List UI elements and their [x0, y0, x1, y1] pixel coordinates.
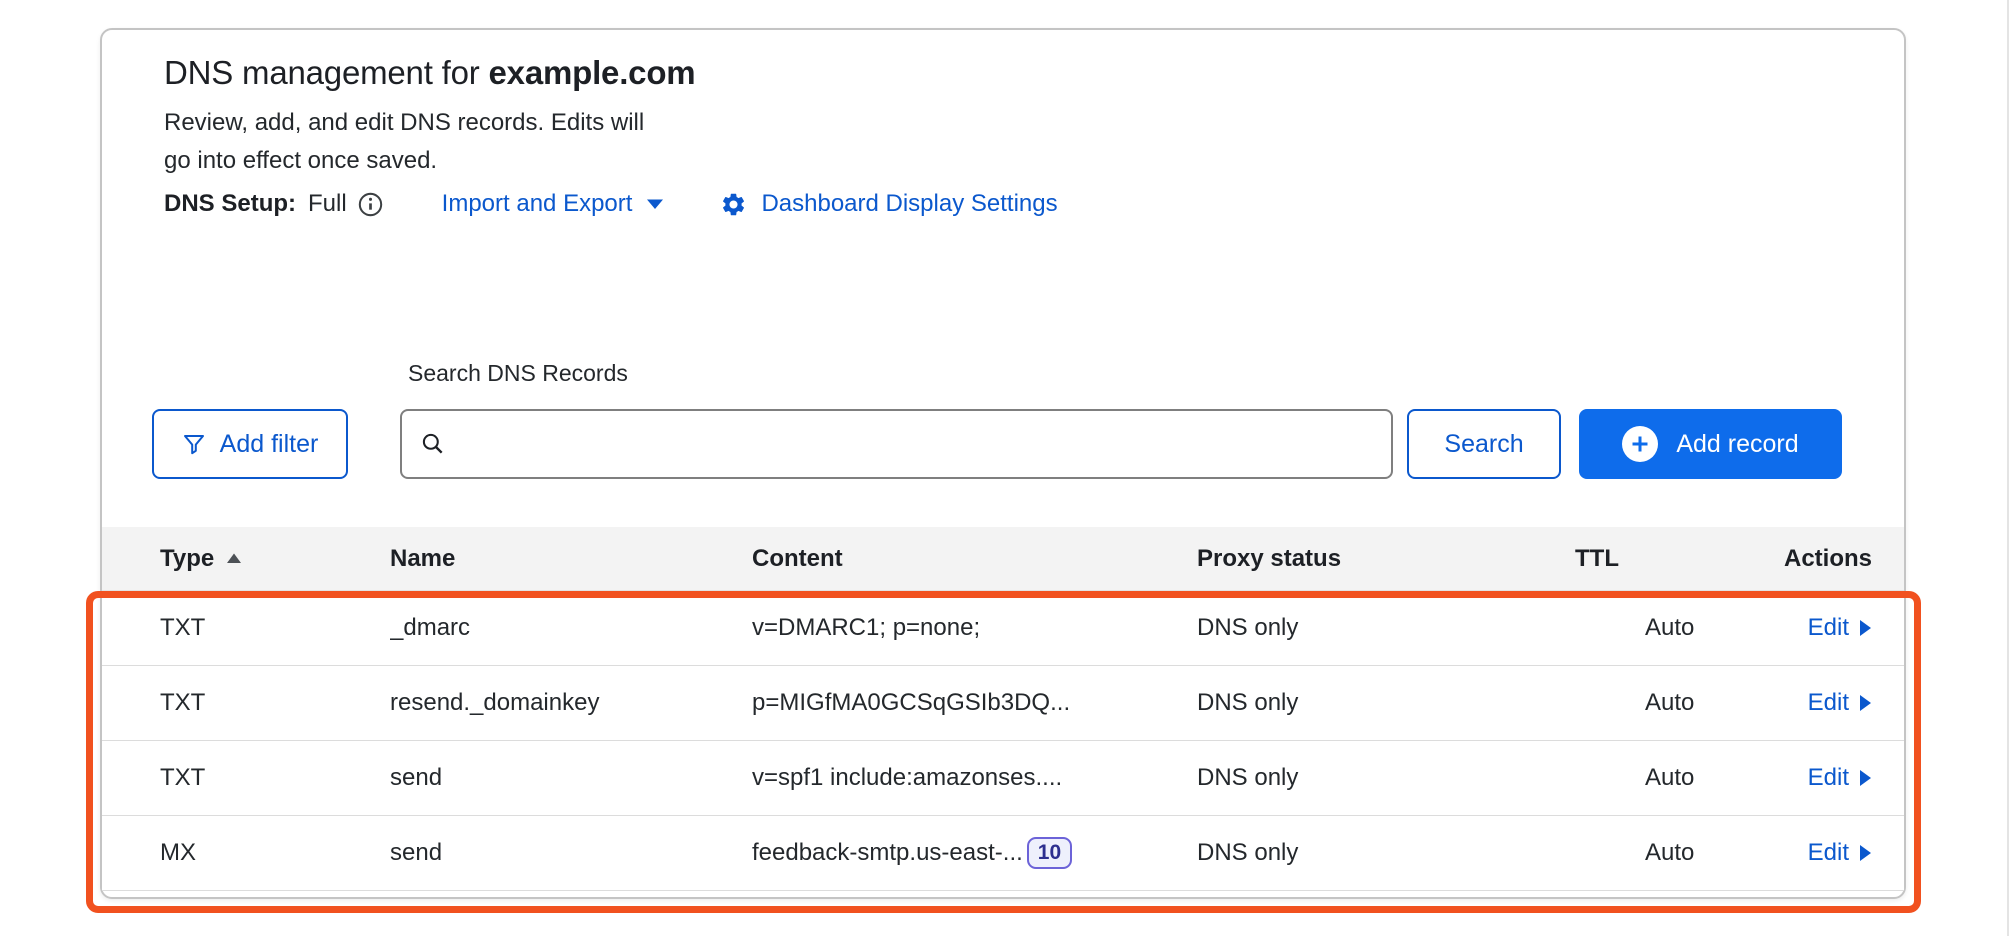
add-record-button[interactable]: Add record — [1579, 409, 1842, 479]
chevron-down-icon — [646, 198, 664, 210]
record-proxy-status: DNS only — [1197, 689, 1575, 717]
dns-setup-label: DNS Setup: — [164, 190, 296, 218]
table-row-domainkey: TXT resend._domainkey p=MIGfMA0GCSqGSIb3… — [102, 666, 1904, 741]
search-dns-records-label: Search DNS Records — [408, 360, 628, 387]
edit-record-link[interactable]: Edit — [1808, 614, 1872, 642]
record-type: TXT — [160, 614, 390, 642]
table-row-mx: MX send feedback-smtp.us-east-... 10 DNS… — [102, 816, 1904, 891]
column-header-type[interactable]: Type — [160, 545, 390, 573]
record-type: TXT — [160, 689, 390, 717]
record-type: TXT — [160, 764, 390, 792]
dashboard-display-settings-link[interactable]: Dashboard Display Settings — [720, 190, 1057, 218]
record-proxy-status: DNS only — [1197, 839, 1575, 867]
subtitle-line-1: Review, add, and edit DNS records. Edits… — [164, 104, 644, 142]
record-content: v=spf1 include:amazonses.... — [752, 764, 1062, 792]
search-icon — [420, 431, 446, 457]
search-button-label: Search — [1444, 430, 1523, 459]
dns-setup-row: DNS Setup: Full Import and Export Dashbo… — [164, 190, 1058, 218]
add-filter-button[interactable]: Add filter — [152, 409, 348, 479]
record-ttl: Auto — [1575, 614, 1768, 642]
record-proxy-status: DNS only — [1197, 614, 1575, 642]
subtitle-line-2: go into effect once saved. — [164, 142, 644, 180]
mx-priority-badge: 10 — [1027, 837, 1072, 869]
dns-management-card: DNS management for example.com Review, a… — [100, 28, 1906, 899]
gear-icon — [720, 191, 747, 218]
record-content: v=DMARC1; p=none; — [752, 614, 980, 642]
record-content: p=MIGfMA0GCSqGSIb3DQ... — [752, 689, 1070, 717]
record-ttl: Auto — [1575, 689, 1768, 717]
column-header-content: Content — [752, 545, 1197, 573]
record-ttl: Auto — [1575, 764, 1768, 792]
record-type: MX — [160, 839, 390, 867]
chevron-right-icon — [1859, 694, 1872, 712]
add-filter-label: Add filter — [220, 430, 319, 459]
search-input-container — [400, 409, 1393, 479]
page-title: DNS management for example.com — [164, 52, 695, 94]
info-circle-icon[interactable] — [357, 191, 384, 218]
dns-setup-value: Full — [308, 190, 347, 218]
import-export-link[interactable]: Import and Export — [442, 190, 665, 218]
record-content: feedback-smtp.us-east-... — [752, 839, 1023, 867]
chevron-right-icon — [1859, 619, 1872, 637]
page-subtitle: Review, add, and edit DNS records. Edits… — [164, 104, 644, 180]
page-title-domain: example.com — [489, 54, 696, 91]
add-record-label: Add record — [1676, 430, 1798, 459]
dashboard-display-settings-label: Dashboard Display Settings — [761, 190, 1057, 218]
edit-record-link[interactable]: Edit — [1808, 764, 1872, 792]
search-input[interactable] — [460, 430, 1373, 458]
dns-toolbar: Add filter Search Add record — [152, 409, 1842, 479]
table-header-row: Type Name Content Proxy status TTL Actio… — [102, 527, 1904, 591]
viewport-right-edge — [2007, 0, 2009, 936]
record-proxy-status: DNS only — [1197, 764, 1575, 792]
chevron-right-icon — [1859, 769, 1872, 787]
edit-record-link[interactable]: Edit — [1808, 689, 1872, 717]
import-export-label: Import and Export — [442, 190, 633, 218]
record-name: resend._domainkey — [390, 689, 752, 717]
dns-records-table: Type Name Content Proxy status TTL Actio… — [102, 527, 1904, 891]
record-name: send — [390, 764, 752, 792]
table-row-dmarc: TXT _dmarc v=DMARC1; p=none; DNS only Au… — [102, 591, 1904, 666]
filter-funnel-icon — [182, 432, 206, 456]
record-name: _dmarc — [390, 614, 752, 642]
column-header-name: Name — [390, 545, 752, 573]
page-title-prefix: DNS management for — [164, 54, 489, 91]
record-ttl: Auto — [1575, 839, 1768, 867]
table-row-spf: TXT send v=spf1 include:amazonses.... DN… — [102, 741, 1904, 816]
sort-ascending-icon — [226, 553, 242, 564]
plus-circle-icon — [1622, 426, 1658, 462]
column-header-proxy-status: Proxy status — [1197, 545, 1575, 573]
record-name: send — [390, 839, 752, 867]
search-button[interactable]: Search — [1407, 409, 1561, 479]
edit-record-link[interactable]: Edit — [1808, 839, 1872, 867]
column-header-actions: Actions — [1784, 545, 1872, 573]
chevron-right-icon — [1859, 844, 1872, 862]
column-header-ttl: TTL — [1575, 545, 1768, 573]
